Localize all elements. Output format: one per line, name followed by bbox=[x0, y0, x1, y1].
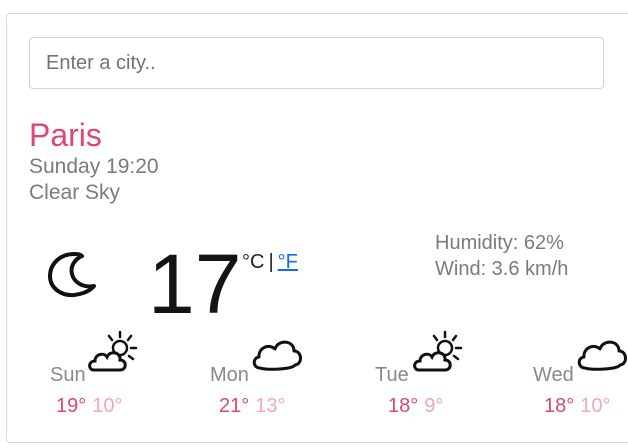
unit-separator: | bbox=[268, 251, 274, 273]
cloud-icon bbox=[252, 340, 302, 371]
forecast-day: Wed 18° 10° bbox=[533, 330, 628, 430]
city-name: Paris bbox=[29, 117, 102, 153]
weather-stats: Humidity: 62% Wind: 3.6 km/h bbox=[435, 230, 568, 282]
cloud-icon bbox=[577, 340, 627, 371]
forecast-high: 18° bbox=[388, 395, 419, 417]
forecast-day-name: Sun bbox=[50, 364, 86, 386]
fahrenheit-link[interactable]: °F bbox=[278, 251, 298, 273]
forecast-low: 10° bbox=[92, 395, 123, 417]
current-temperature: 17 bbox=[148, 237, 242, 331]
weather-description: Clear Sky bbox=[29, 181, 121, 204]
forecast-day: Tue 18° 9° bbox=[375, 330, 495, 430]
forecast-day-name: Tue bbox=[375, 364, 409, 386]
unit-toggle: °C | °F bbox=[242, 250, 298, 274]
wind-text: Wind: 3.6 km/h bbox=[435, 258, 569, 280]
forecast-day: Mon 21° 13° bbox=[210, 330, 330, 430]
forecast-low: 9° bbox=[424, 395, 444, 417]
forecast-high: 18° bbox=[544, 395, 575, 417]
forecast-high: 21° bbox=[219, 395, 250, 417]
forecast-high: 19° bbox=[56, 395, 87, 417]
forecast-low: 10° bbox=[580, 395, 611, 417]
forecast-day-name: Mon bbox=[210, 364, 249, 386]
forecast-day: Sun 19° 10° bbox=[50, 330, 170, 430]
celsius-unit: °C bbox=[242, 251, 265, 273]
forecast-low: 13° bbox=[255, 395, 286, 417]
moon-icon bbox=[48, 252, 96, 298]
sun-behind-cloud-icon bbox=[413, 330, 463, 372]
city-search-input[interactable] bbox=[29, 37, 604, 89]
forecast-day-name: Wed bbox=[533, 364, 574, 386]
humidity-text: Humidity: 62% bbox=[435, 232, 564, 254]
sun-behind-cloud-icon bbox=[88, 330, 138, 372]
current-datetime: Sunday 19:20 bbox=[29, 155, 159, 178]
